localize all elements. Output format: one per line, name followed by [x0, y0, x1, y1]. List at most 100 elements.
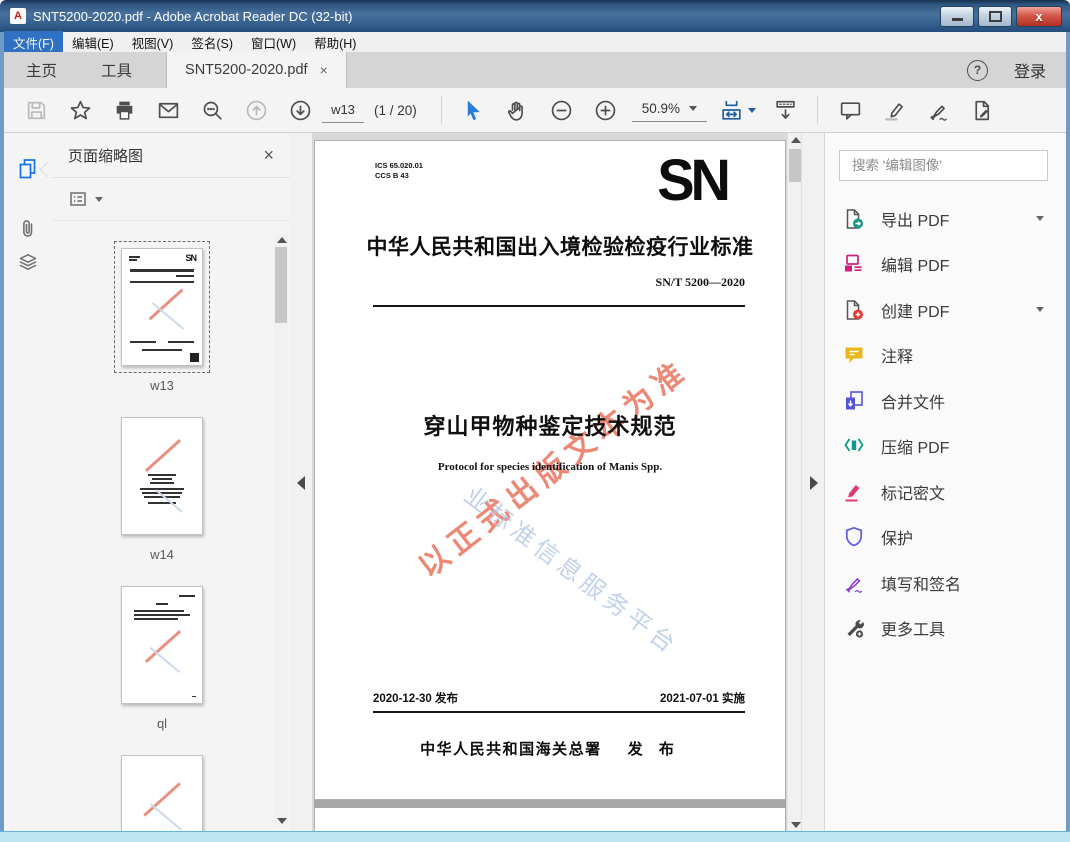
thumbnails-panel-title: 页面缩略图: [68, 147, 144, 165]
tool-protect[interactable]: 保护: [825, 515, 1066, 561]
print-button[interactable]: [102, 98, 146, 123]
tool-comment[interactable]: 注释: [825, 333, 1066, 379]
zoom-level-value: 50.9%: [641, 101, 681, 116]
comment-tool-button[interactable]: [828, 98, 872, 123]
minimize-icon: [951, 17, 963, 21]
minimize-button[interactable]: [940, 5, 974, 27]
sn-logo: SN: [657, 146, 731, 213]
search-button[interactable]: [190, 98, 234, 123]
arrow-down-icon: [290, 100, 310, 120]
reading-mode-button[interactable]: [763, 98, 807, 123]
comment-icon: [845, 347, 863, 364]
tool-combine-files[interactable]: 合并文件: [825, 378, 1066, 424]
document-scrollbar[interactable]: [787, 133, 802, 832]
zoom-out-button[interactable]: [540, 98, 584, 123]
tool-fill-sign[interactable]: 填写和签名: [825, 560, 1066, 606]
tab-close-icon[interactable]: ×: [320, 62, 328, 78]
tool-label: 创建 PDF: [881, 303, 950, 321]
tool-more-tools[interactable]: 更多工具: [825, 606, 1066, 652]
page-number-input[interactable]: [322, 97, 364, 123]
restore-button[interactable]: [978, 5, 1012, 27]
tools-search-input[interactable]: [850, 157, 1047, 174]
menu-bar: 文件(F) 编辑(E) 视图(V) 签名(S) 窗口(W) 帮助(H): [4, 31, 1066, 54]
tool-redact[interactable]: 标记密文: [825, 469, 1066, 515]
thumbnail-page-2[interactable]: w14: [114, 410, 210, 562]
attachments-pane-button[interactable]: [14, 215, 42, 243]
plus-circle-icon: [595, 100, 616, 120]
document-area: ICS 65.020.01 CCS B 43 SN 中华人民共和国出入境检验检疫…: [290, 133, 825, 832]
save-button[interactable]: [14, 98, 58, 123]
export-pdf-icon: [846, 209, 863, 229]
doc-standard-number: SN/T 5200—2020: [655, 275, 745, 289]
thumbnail-page-4[interactable]: qll: [114, 748, 210, 842]
doc-rule: [373, 711, 745, 713]
scroll-up-icon[interactable]: [791, 137, 801, 143]
chevron-down-icon: [747, 107, 756, 113]
scrollbar-thumb[interactable]: [275, 247, 287, 323]
search-icon: [203, 101, 222, 120]
menu-edit[interactable]: 编辑(E): [63, 31, 123, 54]
chevron-down-icon[interactable]: [1036, 216, 1044, 222]
thumbnail-scrollbar[interactable]: [274, 233, 288, 828]
next-page-button[interactable]: [278, 98, 322, 123]
tab-home[interactable]: 主页: [4, 52, 79, 88]
page-edit-icon: [974, 100, 989, 120]
tool-label: 合并文件: [881, 394, 946, 412]
menu-file[interactable]: 文件(F): [4, 31, 63, 54]
doc-title-en: Protocol for species identification of M…: [437, 461, 663, 473]
window-border-bottom: [0, 831, 1070, 842]
star-button[interactable]: [58, 98, 102, 123]
doc-watermark-blue: 业标准信息服务平台: [458, 482, 684, 661]
thumbnail-options-button[interactable]: [68, 189, 88, 209]
close-icon: x: [1035, 8, 1043, 24]
chevron-down-icon: [95, 196, 103, 202]
sign-tool-button[interactable]: [916, 98, 960, 123]
doc-issuer: 中华人民共和国海关总署: [420, 741, 602, 758]
scroll-down-icon[interactable]: [791, 822, 801, 828]
tool-edit-pdf[interactable]: 编辑 PDF: [825, 242, 1066, 288]
fit-width-button[interactable]: [711, 98, 763, 123]
menu-window[interactable]: 窗口(W): [242, 31, 305, 54]
chevron-down-icon[interactable]: [1036, 307, 1044, 313]
select-tool-button[interactable]: [452, 98, 496, 123]
thumbnail-page-1[interactable]: SN w13: [114, 241, 210, 393]
scroll-down-icon[interactable]: [277, 818, 287, 824]
toolbar: (1 / 20) 50.9%: [4, 88, 1066, 133]
tab-document[interactable]: SNT5200-2020.pdf ×: [166, 52, 347, 88]
page-thumbnails-pane-button[interactable]: [14, 155, 42, 183]
previous-page-button[interactable]: [234, 98, 278, 123]
email-button[interactable]: [146, 98, 190, 123]
tool-create-pdf[interactable]: 创建 PDF: [825, 287, 1066, 333]
menu-view[interactable]: 视图(V): [123, 31, 183, 54]
panel-close-icon[interactable]: ×: [263, 145, 274, 166]
thumbnail-label: ql: [156, 716, 168, 731]
document-viewport[interactable]: ICS 65.020.01 CCS B 43 SN 中华人民共和国出入境检验检疫…: [312, 133, 788, 832]
close-button[interactable]: x: [1016, 5, 1062, 27]
highlighter-icon: [884, 102, 903, 120]
title-bar: A SNT5200-2020.pdf - Adobe Acrobat Reade…: [0, 0, 1070, 32]
thumbnail-label: w14: [150, 547, 174, 562]
layers-icon: [19, 254, 37, 270]
highlight-tool-button[interactable]: [872, 98, 916, 123]
zoom-level-control[interactable]: 50.9%: [631, 98, 708, 122]
page-count: (1 / 20): [374, 102, 417, 118]
help-icon[interactable]: ?: [966, 59, 988, 81]
tool-export-pdf[interactable]: 导出 PDF: [825, 196, 1066, 242]
thumbnail-page-3[interactable]: ql: [114, 579, 210, 731]
layers-pane-button[interactable]: [14, 249, 42, 277]
tool-compress-pdf[interactable]: 压缩 PDF: [825, 424, 1066, 470]
menu-help[interactable]: 帮助(H): [305, 31, 365, 54]
collapse-left-pane-button[interactable]: [290, 133, 313, 832]
pdf-page-2: [314, 808, 786, 832]
collapse-right-pane-button[interactable]: [801, 133, 825, 832]
scrollbar-thumb[interactable]: [789, 149, 801, 182]
sign-in-button[interactable]: 登录: [1014, 58, 1046, 82]
fountain-pen-icon: [929, 105, 947, 121]
zoom-in-button[interactable]: [584, 98, 628, 123]
tab-tools[interactable]: 工具: [79, 52, 154, 88]
menu-sign[interactable]: 签名(S): [182, 31, 242, 54]
scroll-up-icon[interactable]: [277, 237, 287, 243]
tool-label: 注释: [881, 349, 914, 367]
edit-page-button[interactable]: [960, 98, 1004, 123]
hand-tool-button[interactable]: [496, 98, 540, 123]
